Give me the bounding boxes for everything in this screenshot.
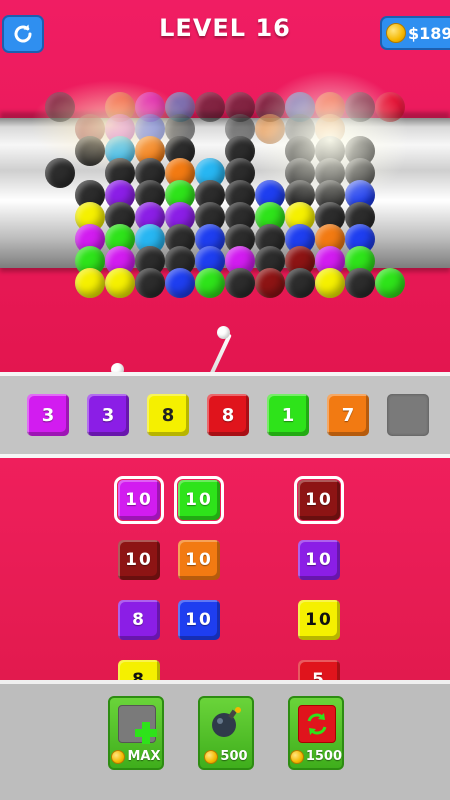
slot[interactable]: 1	[267, 394, 309, 436]
queue-card[interactable]: 10	[174, 476, 224, 524]
powerup-button[interactable]: MAX	[108, 696, 164, 770]
ball	[165, 268, 195, 298]
sparkle-effect	[30, 80, 190, 170]
slot[interactable]: 3	[87, 394, 129, 436]
bomb-icon	[208, 705, 244, 741]
queue-card[interactable]: 10	[178, 540, 220, 580]
card-queue: 10 10 8 8 10 10 10 10 10 10 5	[0, 458, 450, 680]
queue-card[interactable]: 8	[118, 600, 160, 640]
ball	[195, 92, 225, 122]
ball	[375, 268, 405, 298]
add-slot-icon	[118, 705, 157, 744]
queue-card[interactable]: 5	[298, 660, 340, 680]
ball	[315, 268, 345, 298]
slot[interactable]: 8	[147, 394, 189, 436]
slot[interactable]: 8	[207, 394, 249, 436]
shuffle-icon	[298, 705, 336, 743]
level-title: LEVEL 16	[159, 14, 291, 42]
coin-balance: $189	[380, 16, 450, 50]
shooter-ball	[217, 326, 230, 339]
coin-icon	[386, 23, 406, 43]
ball	[75, 268, 105, 298]
slot[interactable]	[387, 394, 429, 436]
slot-list: 338817	[0, 372, 450, 458]
ball	[135, 268, 165, 298]
powerup-cost: 500	[220, 749, 248, 764]
powerup-list: MAX 500 1500	[0, 680, 450, 800]
coin-icon	[204, 749, 219, 764]
queue-card[interactable]: 8	[118, 660, 160, 680]
restart-arrow-icon	[14, 24, 32, 43]
powerup-cost: MAX	[127, 749, 161, 764]
powerup-button[interactable]: 1500	[288, 696, 344, 770]
ball	[285, 268, 315, 298]
ball	[255, 268, 285, 298]
coin-amount: $189	[408, 23, 450, 43]
sparkle-effect	[250, 70, 410, 210]
queue-card[interactable]: 10	[178, 600, 220, 640]
queue-card[interactable]: 10	[114, 476, 164, 524]
ball	[345, 268, 375, 298]
ball	[195, 268, 225, 298]
powerup-cost: 1500	[305, 749, 342, 764]
coin-icon	[290, 749, 304, 764]
queue-card[interactable]: 10	[294, 476, 344, 524]
slot[interactable]: 7	[327, 394, 369, 436]
slot[interactable]: 3	[27, 394, 69, 436]
coin-icon	[111, 749, 126, 764]
queue-card[interactable]: 10	[118, 540, 160, 580]
restart-button[interactable]	[2, 15, 44, 53]
powerup-button[interactable]: 500	[198, 696, 254, 770]
ball	[225, 268, 255, 298]
queue-card[interactable]: 10	[298, 540, 340, 580]
queue-card[interactable]: 10	[298, 600, 340, 640]
ball	[105, 268, 135, 298]
